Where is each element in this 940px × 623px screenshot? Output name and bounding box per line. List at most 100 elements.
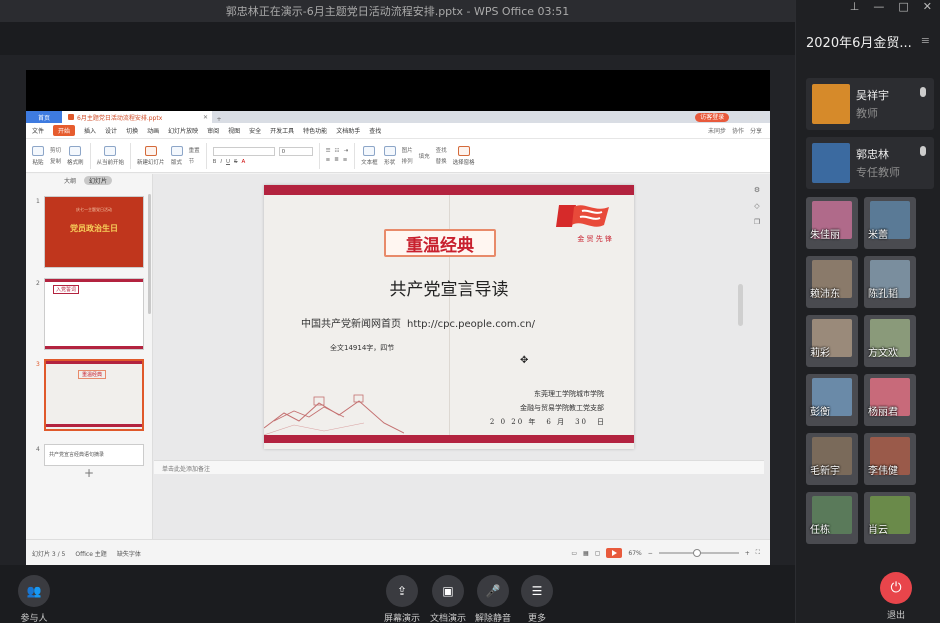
more-button[interactable]: ☰ 更多 (521, 575, 553, 623)
student-tile[interactable]: 方文欢 (864, 315, 916, 367)
collab-button[interactable]: 协作 (732, 126, 744, 135)
host-card[interactable]: 郭忠林 专任教师 (806, 137, 934, 189)
tab-outline[interactable]: 大纲 (64, 176, 76, 185)
slide-link-url[interactable]: http://cpc.people.com.cn/ (407, 319, 535, 330)
underline-button[interactable]: U (226, 159, 230, 165)
normal-view-icon[interactable]: ▭ (571, 550, 577, 557)
align-right-icon[interactable]: ≡ (343, 157, 348, 163)
tab-document[interactable]: 6月主题党日活动流程安排.pptx ✕ (62, 111, 212, 123)
zoom-out-icon[interactable]: − (648, 550, 653, 557)
bold-button[interactable]: B (213, 159, 217, 165)
student-tile[interactable]: 毛新宇 (806, 433, 858, 485)
sync-status[interactable]: 未同步 (708, 126, 726, 135)
participants-button[interactable]: 👥 参与人 (18, 575, 50, 623)
student-tile[interactable]: 李伟健 (864, 433, 916, 485)
menu-features[interactable]: 特色功能 (303, 126, 327, 135)
bullet-list-icon[interactable]: ☰ (326, 148, 331, 154)
number-list-icon[interactable]: ☷ (335, 148, 340, 154)
student-tile[interactable]: 赖沛东 (806, 256, 858, 308)
new-slide-button[interactable]: 新建幻灯片 (137, 145, 165, 166)
align-center-icon[interactable]: ≣ (334, 157, 339, 163)
student-tile[interactable]: 肖云 (864, 492, 916, 544)
menu-find[interactable]: 查找 (369, 126, 381, 135)
play-from-current-button[interactable]: 从当前开始 (97, 145, 124, 166)
menu-insert[interactable]: 插入 (84, 126, 96, 135)
student-tile[interactable]: 杨丽君 (864, 374, 916, 426)
tab-slides[interactable]: 幻灯片 (84, 175, 113, 185)
properties-icon[interactable]: ⚙ (754, 186, 760, 194)
unmute-button[interactable]: 🎤 解除静音 (475, 575, 511, 623)
shape-style-icon[interactable]: ◇ (754, 202, 759, 210)
select-pane-button[interactable]: 选择窗格 (453, 145, 475, 166)
close-icon[interactable]: ✕ (759, 114, 764, 121)
section-button[interactable]: 节 (189, 157, 200, 165)
student-tile[interactable]: 米蕾 (864, 197, 916, 249)
menu-developer[interactable]: 开发工具 (270, 126, 294, 135)
close-window-icon[interactable]: ✕ (923, 0, 932, 14)
exit-button[interactable]: ⏻ 退出 (880, 572, 912, 621)
tab-home[interactable]: 首页 (26, 111, 62, 123)
minimize-window-icon[interactable]: — (873, 0, 884, 14)
format-painter-button[interactable]: 格式刷 (67, 145, 84, 166)
host-card[interactable]: 吴祥宇 教师 (806, 78, 934, 130)
new-tab-button[interactable]: + (212, 116, 226, 123)
shape-button[interactable]: 形状 (383, 145, 396, 166)
indent-icon[interactable]: ⇥ (343, 148, 348, 154)
menu-view[interactable]: 视图 (228, 126, 240, 135)
pin-icon[interactable]: ⊥ (850, 0, 860, 14)
student-tile[interactable]: 任栋 (806, 492, 858, 544)
copy-style-icon[interactable]: ❐ (754, 218, 760, 226)
slideshow-play-button[interactable] (606, 548, 623, 558)
student-tile[interactable]: 朱佳丽 (806, 197, 858, 249)
zoom-in-icon[interactable]: + (745, 550, 750, 557)
menu-animation[interactable]: 动画 (147, 126, 159, 135)
menu-transition[interactable]: 切换 (126, 126, 138, 135)
screen-share-button[interactable]: ⇪ 屏幕演示 (384, 575, 420, 623)
copy-button[interactable]: 复制 (50, 157, 61, 165)
maximize-icon[interactable]: □ (747, 114, 753, 121)
login-button[interactable]: 访客登录 (695, 112, 730, 122)
font-size-select[interactable]: 0 (278, 146, 313, 156)
menu-start[interactable]: 开始 (53, 125, 76, 136)
menu-slideshow[interactable]: 幻灯片放映 (168, 126, 198, 135)
slide-thumbnail-4[interactable]: 共产党宣言经典语句摘录 (44, 444, 144, 466)
notes-area[interactable]: 单击此处添加备注 (154, 460, 764, 474)
slide-thumbnail-1[interactable]: 庆七一主题党日活动 党员政治生日 (44, 196, 144, 268)
minimize-icon[interactable]: — (735, 114, 741, 121)
layout-button[interactable]: 版式 (170, 145, 183, 166)
menu-assistant[interactable]: 文档助手 (336, 126, 360, 135)
font-family-select[interactable] (212, 146, 275, 156)
picture-button[interactable]: 图片 (402, 146, 413, 154)
strikethrough-button[interactable]: S (234, 159, 238, 165)
maximize-window-icon[interactable]: □ (898, 0, 908, 14)
menu-review[interactable]: 审阅 (207, 126, 219, 135)
fill-button[interactable]: 填充 (419, 152, 430, 160)
cut-button[interactable]: 剪切 (50, 146, 61, 154)
font-color-button[interactable]: A (242, 159, 246, 165)
slide-scrollbar[interactable] (738, 284, 743, 326)
student-tile[interactable]: 莉彩 (806, 315, 858, 367)
student-tile[interactable]: 陈孔韬 (864, 256, 916, 308)
italic-button[interactable]: I (220, 159, 222, 165)
replace-button[interactable]: 替换 (436, 157, 447, 165)
paste-button[interactable]: 粘贴 (32, 145, 44, 166)
doc-share-button[interactable]: ▣ 文档演示 (430, 575, 466, 623)
sorter-view-icon[interactable]: ▦ (583, 550, 589, 557)
menu-security[interactable]: 安全 (249, 126, 261, 135)
textbox-button[interactable]: 文本框 (361, 145, 378, 166)
panel-collapse-icon[interactable]: ≡ (921, 34, 930, 47)
arrange-button[interactable]: 排列 (402, 157, 413, 165)
missing-font[interactable]: 缺失字体 (117, 549, 141, 558)
slide-thumbnail-3[interactable]: 重温经典 (44, 359, 144, 431)
slide-canvas[interactable]: 重温经典 金 贸 先 锋 共产党宣言导读 中国共产党新闻网首页 http://cp… (264, 185, 634, 449)
find-button[interactable]: 查找 (436, 146, 447, 154)
menu-design[interactable]: 设计 (105, 126, 117, 135)
thumbnail-scrollbar[interactable] (148, 194, 151, 314)
share-button[interactable]: 分享 (750, 126, 762, 135)
reading-view-icon[interactable]: ▢ (595, 550, 601, 557)
menu-file[interactable]: 文件 (32, 126, 44, 135)
close-tab-icon[interactable]: ✕ (203, 114, 208, 121)
slide-thumbnail-2[interactable]: 入党誓词 (44, 278, 144, 350)
student-tile[interactable]: 彭衡 (806, 374, 858, 426)
reset-button[interactable]: 重置 (189, 146, 200, 154)
